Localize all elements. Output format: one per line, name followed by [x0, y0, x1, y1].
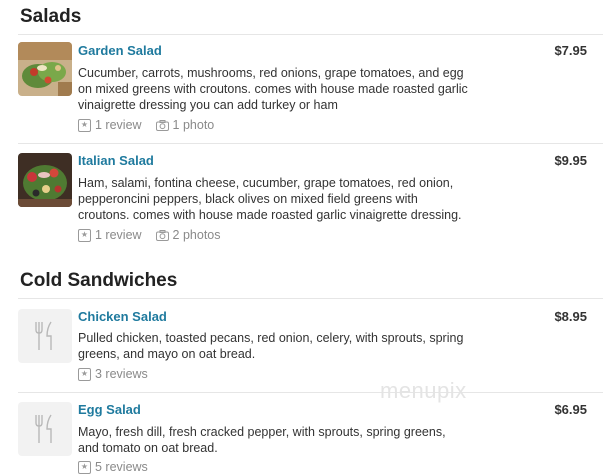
item-description-chicken-salad: Pulled chicken, toasted pecans, red onio…	[78, 330, 478, 362]
divider	[18, 298, 603, 299]
item-name-egg-salad[interactable]: Egg Salad	[78, 402, 141, 417]
description-line: on mixed greens with croutons. comes wit…	[78, 82, 468, 96]
description-line: Pulled chicken, toasted pecans, red onio…	[78, 331, 464, 345]
section-title-salads: Salads	[20, 6, 82, 27]
description-line: Cucumber, carrots, mushrooms, red onions…	[78, 66, 464, 80]
star-box-icon: ★	[78, 118, 91, 132]
item-price-italian-salad: $9.95	[554, 153, 587, 168]
star-box-icon: ★	[78, 367, 91, 381]
garden-salad-photo[interactable]	[18, 42, 72, 96]
description-line: croutons. comes with house made roasted …	[78, 208, 462, 222]
photo-count: 1 photo	[172, 118, 215, 132]
item-meta-egg-salad: ★ 5 reviews	[78, 460, 148, 474]
photo-count: 2 photos	[172, 228, 221, 242]
photos-link[interactable]: 2 photos	[155, 228, 221, 242]
item-price-egg-salad: $6.95	[554, 402, 587, 417]
reviews-link[interactable]: ★ 1 review	[78, 228, 142, 242]
item-price-garden-salad: $7.95	[554, 43, 587, 58]
divider	[18, 34, 603, 35]
fork-knife-icon	[35, 321, 52, 350]
watermark: menupix	[380, 378, 467, 403]
camera-icon	[155, 229, 169, 241]
review-count: 5 reviews	[95, 460, 148, 474]
star-box-icon: ★	[78, 228, 91, 242]
review-count: 1 review	[95, 228, 142, 242]
item-name-italian-salad[interactable]: Italian Salad	[78, 153, 154, 168]
fork-knife-icon	[35, 414, 52, 443]
item-description-egg-salad: Mayo, fresh dill, fresh cracked pepper, …	[78, 424, 478, 456]
item-meta-garden-salad: ★ 1 review 1 photo	[78, 118, 214, 132]
section-title-cold-sandwiches: Cold Sandwiches	[20, 270, 178, 291]
divider	[18, 392, 603, 393]
item-meta-italian-salad: ★ 1 review 2 photos	[78, 228, 221, 242]
description-line: Ham, salami, fontina cheese, cucumber, g…	[78, 176, 454, 190]
reviews-link[interactable]: ★ 3 reviews	[78, 367, 148, 381]
description-line: pepperoncini peppers, black olives on mi…	[78, 192, 418, 206]
item-price-chicken-salad: $8.95	[554, 309, 587, 324]
item-description-italian-salad: Ham, salami, fontina cheese, cucumber, g…	[78, 175, 478, 223]
description-line: Mayo, fresh dill, fresh cracked pepper, …	[78, 425, 446, 439]
description-line: and tomato on oat bread.	[78, 441, 218, 455]
chicken-salad-photo-placeholder	[18, 309, 72, 363]
italian-salad-photo[interactable]	[18, 153, 72, 207]
description-line: greens, and mayo on oat bread.	[78, 347, 256, 361]
divider	[18, 143, 603, 144]
description-line: vinaigrette dressing you can add turkey …	[78, 98, 338, 112]
photos-link[interactable]: 1 photo	[155, 118, 215, 132]
camera-icon	[155, 119, 169, 131]
review-count: 1 review	[95, 118, 142, 132]
review-count: 3 reviews	[95, 367, 148, 381]
item-description-garden-salad: Cucumber, carrots, mushrooms, red onions…	[78, 65, 478, 113]
item-name-chicken-salad[interactable]: Chicken Salad	[78, 309, 167, 324]
item-name-garden-salad[interactable]: Garden Salad	[78, 43, 162, 58]
star-box-icon: ★	[78, 460, 91, 474]
reviews-link[interactable]: ★ 1 review	[78, 118, 142, 132]
item-meta-chicken-salad: ★ 3 reviews	[78, 367, 148, 381]
egg-salad-photo-placeholder	[18, 402, 72, 456]
reviews-link[interactable]: ★ 5 reviews	[78, 460, 148, 474]
